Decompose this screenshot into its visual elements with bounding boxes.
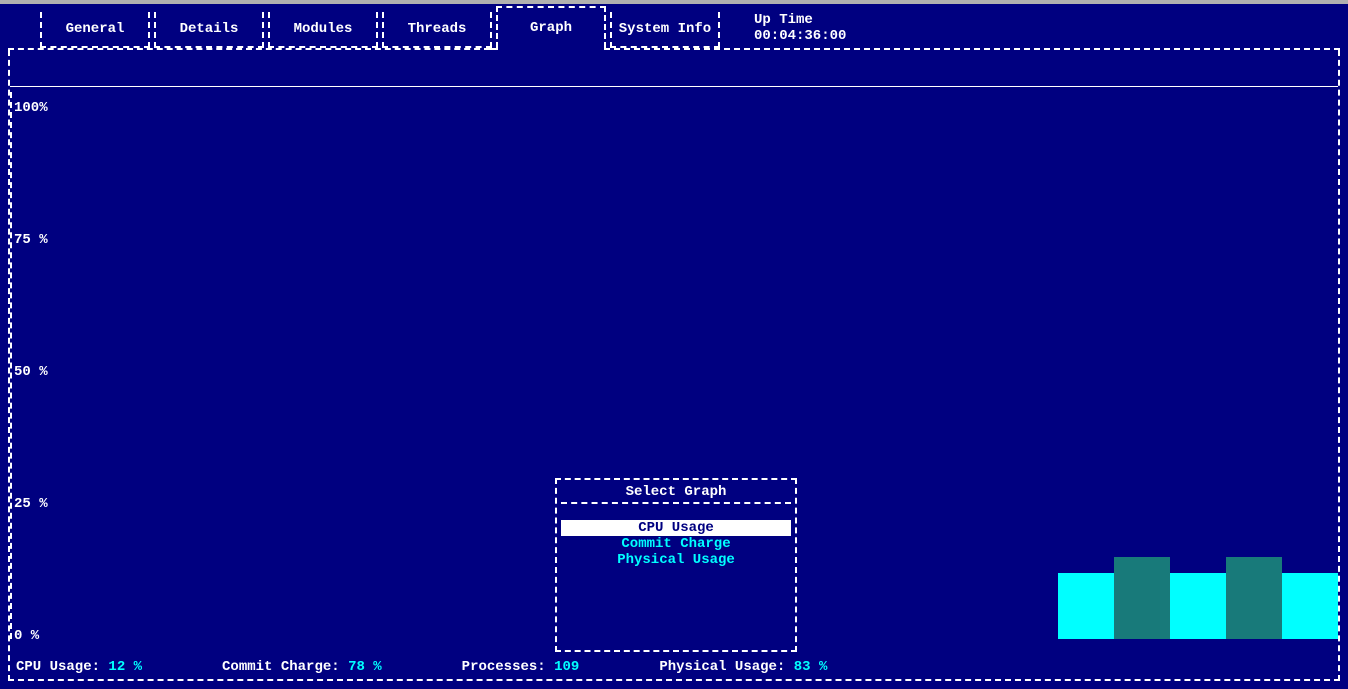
status-commit: Commit Charge: 78 % (222, 659, 382, 675)
tab-details[interactable]: Details (154, 12, 264, 48)
frame-border-right (1338, 50, 1340, 681)
status-label: CPU Usage: (16, 659, 108, 675)
status-label: Processes: (462, 659, 554, 675)
y-tick-75: 75 % (14, 232, 48, 248)
bar (1282, 573, 1338, 639)
uptime-display: Up Time 00:04:36:00 (754, 12, 846, 48)
select-graph-popup: Select Graph CPU UsageCommit ChargePhysi… (555, 478, 797, 652)
bar (1114, 557, 1170, 639)
status-label: Commit Charge: (222, 659, 348, 675)
status-cpu: CPU Usage: 12 % (16, 659, 142, 675)
tab-baseline (604, 48, 1340, 50)
status-value: 83 % (794, 659, 828, 675)
popup-item[interactable]: Commit Charge (561, 536, 791, 552)
tab-threads[interactable]: Threads (382, 12, 492, 48)
y-axis (10, 92, 12, 639)
status-bar: CPU Usage: 12 % Commit Charge: 78 % Proc… (16, 659, 1332, 675)
tab-label: General (66, 21, 125, 37)
tab-system-info[interactable]: System Info (610, 12, 720, 48)
frame-border-bottom (8, 679, 1340, 681)
uptime-label: Up Time (754, 12, 813, 28)
status-processes: Processes: 109 (462, 659, 580, 675)
tab-label: Graph (530, 20, 572, 36)
popup-item-list: CPU UsageCommit ChargePhysical Usage (561, 520, 791, 568)
popup-title: Select Graph (557, 484, 795, 500)
tab-label: Threads (408, 21, 467, 37)
tab-label: System Info (619, 21, 711, 37)
header-separator (10, 86, 1338, 87)
bar (1226, 557, 1282, 639)
tab-graph[interactable]: Graph (496, 6, 606, 48)
y-tick-0: 0 % (14, 628, 39, 644)
popup-title-separator (561, 502, 791, 504)
tab-label: Modules (294, 21, 353, 37)
tab-bar: General Details Modules Threads Graph Sy… (40, 8, 846, 48)
popup-item[interactable]: Physical Usage (561, 552, 791, 568)
y-tick-25: 25 % (14, 496, 48, 512)
bar (1058, 573, 1114, 639)
y-tick-50: 50 % (14, 364, 48, 380)
bar-group (1058, 92, 1338, 639)
bar (1170, 573, 1226, 639)
tab-general[interactable]: General (40, 12, 150, 48)
tab-baseline (8, 48, 490, 50)
status-value: 78 % (348, 659, 382, 675)
tab-modules[interactable]: Modules (268, 12, 378, 48)
status-value: 109 (554, 659, 579, 675)
status-value: 12 % (108, 659, 142, 675)
status-physical: Physical Usage: 83 % (659, 659, 827, 675)
tab-label: Details (180, 21, 239, 37)
uptime-value: 00:04:36:00 (754, 28, 846, 44)
window-top-strip (0, 0, 1348, 4)
y-tick-100: 100% (14, 100, 48, 116)
popup-item[interactable]: CPU Usage (561, 520, 791, 536)
status-label: Physical Usage: (659, 659, 793, 675)
